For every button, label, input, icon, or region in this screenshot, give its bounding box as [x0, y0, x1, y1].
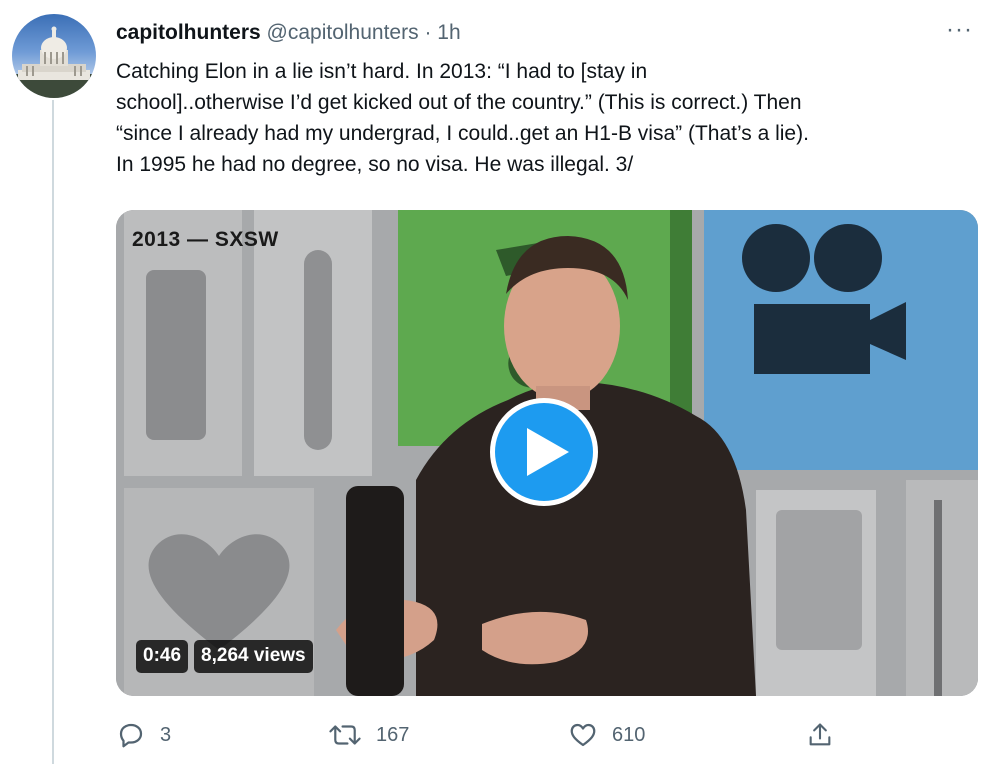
avatar[interactable]	[12, 14, 96, 98]
tweet-text-line: Catching Elon in a lie isn’t hard. In 20…	[116, 60, 648, 83]
capitol-building-icon	[12, 26, 96, 98]
like-count: 610	[612, 723, 646, 746]
video-player[interactable]: 2013 — SXSW 0:46 8,264 views	[116, 210, 978, 696]
tweet-actions: 3 167 610	[116, 720, 978, 756]
share-button[interactable]	[806, 720, 834, 750]
header-separator: ·	[424, 21, 432, 44]
reply-icon	[119, 723, 143, 748]
video-caption-overlay: 2013 — SXSW	[132, 228, 279, 251]
user-handle[interactable]: @capitolhunters	[267, 21, 419, 44]
tweet-text-line: In 1995 he had no degree, so no visa. He…	[116, 153, 634, 176]
video-views: 8,264 views	[194, 640, 313, 673]
share-icon	[809, 723, 831, 746]
display-name[interactable]: capitolhunters	[116, 21, 261, 44]
play-button[interactable]	[490, 398, 598, 506]
heart-icon	[570, 723, 596, 747]
video-duration: 0:46	[136, 640, 189, 673]
retweet-icon	[329, 725, 361, 745]
retweet-button[interactable]: 167	[328, 720, 409, 750]
thread-line	[52, 100, 54, 764]
tweet-timestamp[interactable]: 1h	[437, 21, 460, 44]
tweet-text-line: school]..otherwise I’d get kicked out of…	[116, 91, 802, 114]
tweet-header: capitolhunters @capitolhunters · 1h	[116, 20, 461, 46]
retweet-count: 167	[376, 723, 410, 746]
play-icon	[527, 428, 569, 476]
video-info-chips: 0:46 8,264 views	[136, 640, 313, 673]
reply-button[interactable]: 3	[116, 720, 171, 750]
reply-count: 3	[160, 723, 172, 746]
like-button[interactable]: 610	[568, 720, 645, 750]
tweet-text-line: “since I already had my undergrad, I cou…	[116, 122, 809, 145]
tweet-text: Catching Elon in a lie isn’t hard. In 20…	[116, 56, 986, 180]
more-options-button[interactable]: ···	[946, 18, 973, 42]
